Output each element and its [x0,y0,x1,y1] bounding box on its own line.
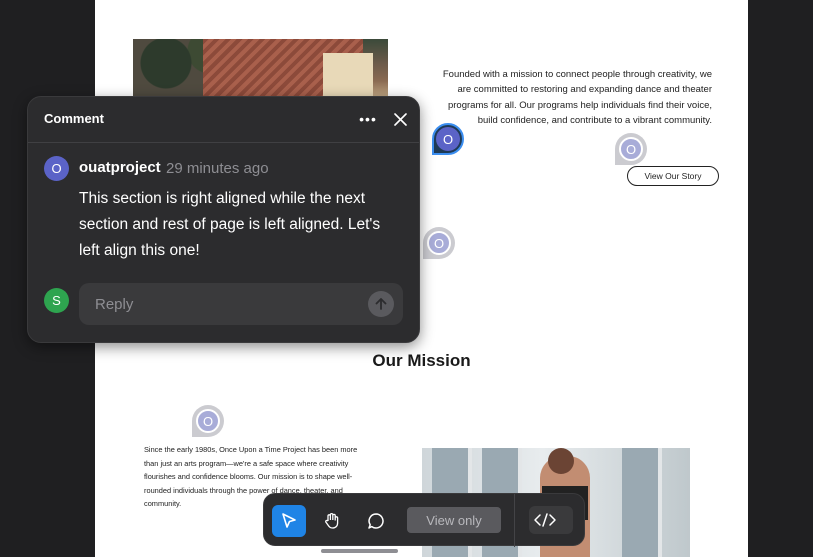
building-photo [133,39,388,99]
comment-pin-active[interactable]: O [432,123,464,155]
send-reply-button[interactable] [368,291,394,317]
mission-heading: Our Mission [372,351,471,370]
pin-avatar: O [196,409,220,433]
reply-input[interactable] [95,294,345,314]
pin-avatar: O [427,231,451,255]
current-user-avatar: S [44,288,69,313]
select-tool-button[interactable] [272,505,306,537]
story-paragraph: Founded with a mission to connect people… [442,69,712,127]
more-options-icon[interactable]: ••• [358,111,378,127]
arrow-up-icon [375,298,387,310]
comment-text: This section is right aligned while the … [79,190,381,259]
pin-avatar: O [436,127,460,151]
hand-icon [325,513,339,529]
comment-timestamp: 29 minutes ago [166,160,269,177]
toolbar-divider [514,494,515,547]
comment-tool-button[interactable] [359,505,393,537]
reply-box [79,283,403,325]
comment-pin[interactable]: O [192,405,224,437]
comment-panel: Comment ••• O ouatproject 29 minutes ago… [27,96,420,343]
code-view-button[interactable] [529,506,573,534]
view-only-badge[interactable]: View only [407,507,501,533]
comment-author: ouatproject [79,159,161,176]
panel-title: Comment [44,111,104,126]
pin-avatar: O [619,137,643,161]
comment-pin[interactable]: O [615,133,647,165]
code-icon [534,513,556,527]
home-indicator [321,549,398,553]
comment-panel-header: Comment ••• [28,97,419,143]
author-avatar: O [44,156,69,181]
view-our-story-button[interactable]: View Our Story [627,166,719,186]
hand-tool-button[interactable] [315,505,349,537]
pointer-icon [282,513,296,528]
review-toolbar: View only [263,493,585,547]
close-icon[interactable] [390,109,410,129]
comment-pin[interactable]: O [423,227,455,259]
comment-bubble-icon [368,513,384,529]
